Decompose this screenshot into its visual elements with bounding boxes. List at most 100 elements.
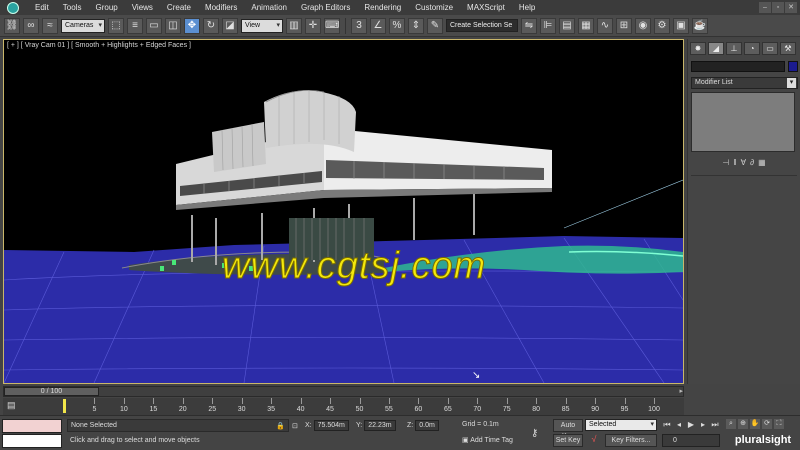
set-key-icon[interactable]: ⚷ [531, 428, 538, 439]
set-key-button[interactable]: Set Key [553, 434, 583, 447]
configure-sets-icon[interactable]: ▦ [758, 158, 766, 167]
modify-tab-icon[interactable]: ◢ [708, 42, 724, 55]
modifier-list-dropdown[interactable]: Modifier List [691, 77, 798, 89]
play-icon[interactable]: ▶ [686, 419, 696, 430]
render-production-icon[interactable]: ☕ [692, 17, 708, 34]
current-frame-field[interactable]: 0 [662, 434, 720, 447]
lock-selection-icon[interactable]: 🔒 [276, 419, 285, 432]
make-unique-icon[interactable]: ∀ [741, 158, 746, 167]
pivot-center-icon[interactable]: ▥ [286, 17, 302, 34]
material-editor-icon[interactable]: ◉ [635, 17, 651, 34]
pan-icon[interactable]: ✋ [750, 419, 760, 429]
align-icon[interactable]: ⊫ [540, 17, 556, 34]
time-slider[interactable]: 0 / 100 ▸ [3, 386, 684, 397]
ruler-tick [153, 398, 155, 404]
minimize-icon[interactable]: – [759, 2, 771, 13]
spinner-snap-icon[interactable]: ⇕ [408, 17, 424, 34]
menu-rendering[interactable]: Rendering [357, 3, 408, 12]
menu-animation[interactable]: Animation [244, 3, 294, 12]
named-selection-sets-field[interactable]: Create Selection Se [446, 19, 518, 32]
menu-edit[interactable]: Edit [26, 3, 56, 12]
show-end-result-icon[interactable]: ‖ [733, 158, 736, 167]
menu-tools[interactable]: Tools [56, 3, 89, 12]
zoom-all-icon[interactable]: ⊕ [738, 419, 748, 429]
go-to-start-icon[interactable]: ⏮ [662, 419, 672, 430]
previous-frame-icon[interactable]: ◂ [674, 419, 684, 430]
menu-group[interactable]: Group [88, 3, 124, 12]
menu-views[interactable]: Views [125, 3, 160, 12]
object-name-field[interactable] [691, 61, 785, 72]
menu-help[interactable]: Help [512, 3, 542, 12]
x-coordinate-field[interactable]: 75.504m [313, 420, 349, 431]
ruler-label: 15 [149, 406, 158, 413]
bind-space-warp-icon[interactable]: ≈ [42, 17, 58, 34]
snaps-toggle-icon[interactable]: 3 [351, 17, 367, 34]
keyboard-shortcut-icon[interactable]: ⌨ [324, 17, 340, 34]
select-by-name-icon[interactable]: ≡ [127, 17, 143, 34]
window-crossing-icon[interactable]: ◫ [165, 17, 181, 34]
maximize-viewport-icon[interactable]: ⛶ [774, 419, 784, 429]
time-slider-arrow-icon[interactable]: ▸ [679, 387, 683, 395]
layer-manager-icon[interactable]: ▤ [559, 17, 575, 34]
close-icon[interactable]: ✕ [785, 2, 797, 13]
menu-graph-editors[interactable]: Graph Editors [294, 3, 357, 12]
hierarchy-tab-icon[interactable]: ⊥ [726, 42, 742, 55]
zoom-icon[interactable]: ⌕ [726, 419, 736, 429]
next-frame-icon[interactable]: ▸ [698, 419, 708, 430]
perspective-viewport[interactable]: [ + ] [ Vray Cam 01 ] [ Smooth + Highlig… [3, 39, 684, 384]
mirror-icon[interactable]: ⇋ [521, 17, 537, 34]
time-slider-thumb[interactable]: 0 / 100 [4, 387, 99, 396]
y-coordinate-field[interactable]: 22.23m [364, 420, 396, 431]
unlink-icon[interactable]: ∞ [23, 17, 39, 34]
go-to-end-icon[interactable]: ⏭ [710, 419, 720, 430]
modifier-stack[interactable] [691, 92, 795, 152]
select-manipulate-icon[interactable]: ✛ [305, 17, 321, 34]
key-selection-dropdown[interactable]: Selected [585, 419, 657, 431]
selection-filter-dropdown[interactable]: Cameras [61, 18, 105, 33]
orbit-icon[interactable]: ⟳ [762, 419, 772, 429]
ruler-tick [536, 398, 538, 404]
remove-modifier-icon[interactable]: ∂ [750, 158, 754, 167]
display-tab-icon[interactable]: ▭ [762, 42, 778, 55]
render-setup-icon[interactable]: ⚙ [654, 17, 670, 34]
maxscript-listener-mini[interactable] [2, 419, 62, 433]
select-rotate-icon[interactable]: ↻ [203, 17, 219, 34]
ribbon-icon[interactable]: ▦ [578, 17, 594, 34]
maxscript-input-mini[interactable] [2, 434, 62, 448]
object-color-swatch[interactable] [788, 61, 798, 72]
schematic-view-icon[interactable]: ⊞ [616, 17, 632, 34]
ref-coord-dropdown[interactable]: View [241, 18, 283, 33]
pin-stack-icon[interactable]: ⊣ [722, 158, 729, 167]
restore-icon[interactable]: ▫ [772, 2, 784, 13]
curve-editor-icon[interactable]: ∿ [597, 17, 613, 34]
menu-maxscript[interactable]: MAXScript [460, 3, 512, 12]
select-move-icon[interactable]: ✥ [184, 17, 200, 34]
viewport-label[interactable]: [ + ] [ Vray Cam 01 ] [ Smooth + Highlig… [7, 42, 191, 49]
auto-key-button[interactable]: Auto Key [553, 419, 583, 440]
key-filters-button[interactable]: Key Filters... [605, 434, 657, 447]
link-icon[interactable]: ⛓ [4, 17, 20, 34]
key-mode-icon[interactable]: √ [587, 434, 601, 447]
select-object-icon[interactable]: ⬚ [108, 17, 124, 34]
percent-snap-icon[interactable]: % [389, 17, 405, 34]
select-scale-icon[interactable]: ◪ [222, 17, 238, 34]
absolute-mode-icon[interactable]: ⊡ [292, 419, 298, 432]
application-button[interactable] [0, 0, 26, 15]
angle-snap-icon[interactable]: ∠ [370, 17, 386, 34]
edit-named-selection-icon[interactable]: ✎ [427, 17, 443, 34]
motion-tab-icon[interactable]: ◔ [744, 42, 760, 55]
create-tab-icon[interactable]: ✸ [690, 42, 706, 55]
ruler-label: 10 [119, 406, 128, 413]
ruler-label: 30 [237, 406, 246, 413]
utilities-tab-icon[interactable]: ⚒ [780, 42, 796, 55]
menu-create[interactable]: Create [160, 3, 198, 12]
rendered-frame-window-icon[interactable]: ▣ [673, 17, 689, 34]
menu-modifiers[interactable]: Modifiers [198, 3, 244, 12]
pluralsight-logo: pluralsight [734, 434, 792, 446]
z-coordinate-field[interactable]: 0.0m [415, 420, 439, 431]
menu-customize[interactable]: Customize [408, 3, 460, 12]
add-time-tag[interactable]: ▣ Add Time Tag [462, 436, 513, 444]
track-bar[interactable]: ▤ 5 10 15 20 25 30 35 40 45 50 55 60 65 70 75 80 85 90 95 1… [3, 398, 684, 415]
selection-region-icon[interactable]: ▭ [146, 17, 162, 34]
mini-curve-editor-icon[interactable]: ▤ [7, 400, 25, 412]
